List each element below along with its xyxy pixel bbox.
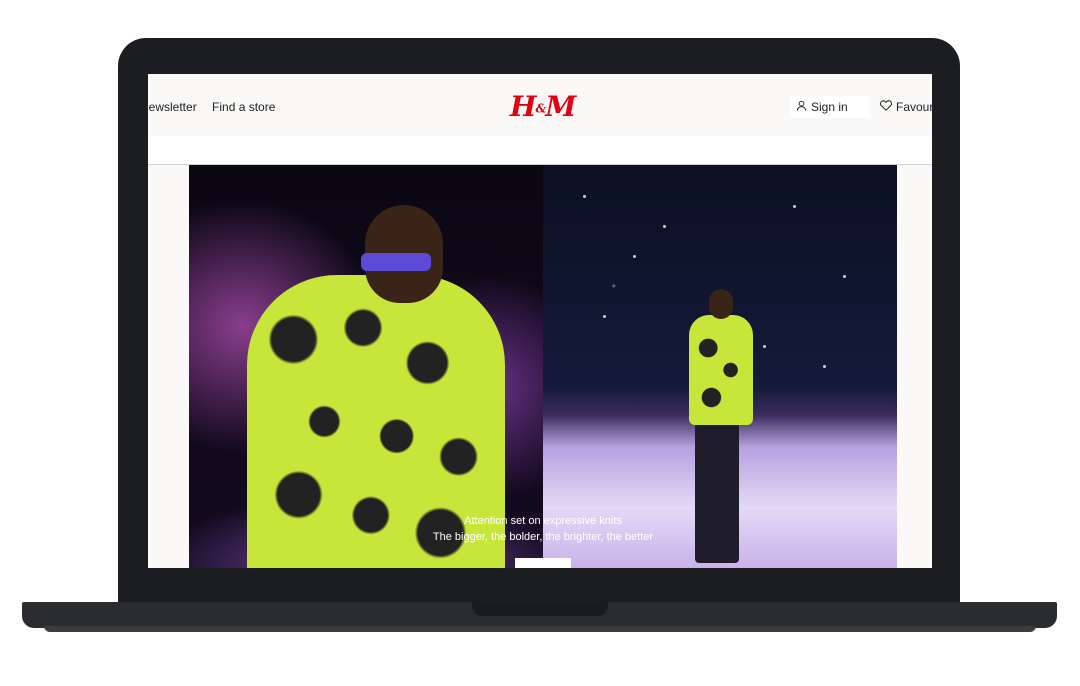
- hero-cta-button[interactable]: [515, 558, 571, 568]
- hero-banner[interactable]: Attention set on expressive knits The bi…: [189, 165, 897, 568]
- snowflake: [583, 195, 586, 198]
- hero-subtitle: The bigger, the bolder, the brighter, th…: [432, 531, 654, 543]
- heart-icon: [880, 100, 892, 114]
- snowflake: [793, 205, 796, 208]
- laptop-notch: [472, 602, 608, 616]
- newsletter-link[interactable]: Newsletter: [148, 100, 197, 114]
- header-nav-left: Newsletter Find a store: [148, 100, 287, 114]
- sign-in-button[interactable]: Sign in: [790, 96, 870, 118]
- model-head-small: [709, 289, 733, 319]
- sub-navigation-bar: [148, 136, 932, 165]
- site-header: Newsletter Find a store H&M Sign in Favo…: [148, 74, 932, 136]
- user-icon: [796, 100, 807, 114]
- snowflake: [823, 365, 826, 368]
- browser-screen: Newsletter Find a store H&M Sign in Favo…: [148, 74, 932, 568]
- hero-image-left: [189, 165, 543, 568]
- sign-in-label: Sign in: [811, 100, 848, 114]
- favourites-button[interactable]: Favourites: [880, 96, 932, 118]
- favourites-label: Favourites: [896, 100, 932, 114]
- snowflake: [633, 255, 636, 258]
- sunglasses: [361, 253, 431, 271]
- snowflake: [603, 315, 606, 318]
- model-full-body: [689, 315, 753, 425]
- hero-title: Attention set on expressive knits: [464, 515, 622, 527]
- snowflake: [843, 275, 846, 278]
- find-store-link[interactable]: Find a store: [212, 100, 275, 114]
- hero-caption: Attention set on expressive knits The bi…: [189, 513, 897, 545]
- hero-image-right: [543, 165, 897, 568]
- laptop-base-edge: [44, 626, 1036, 632]
- hm-logo[interactable]: H&M: [510, 90, 576, 123]
- snowflake: [763, 345, 766, 348]
- snowflake: [663, 225, 666, 228]
